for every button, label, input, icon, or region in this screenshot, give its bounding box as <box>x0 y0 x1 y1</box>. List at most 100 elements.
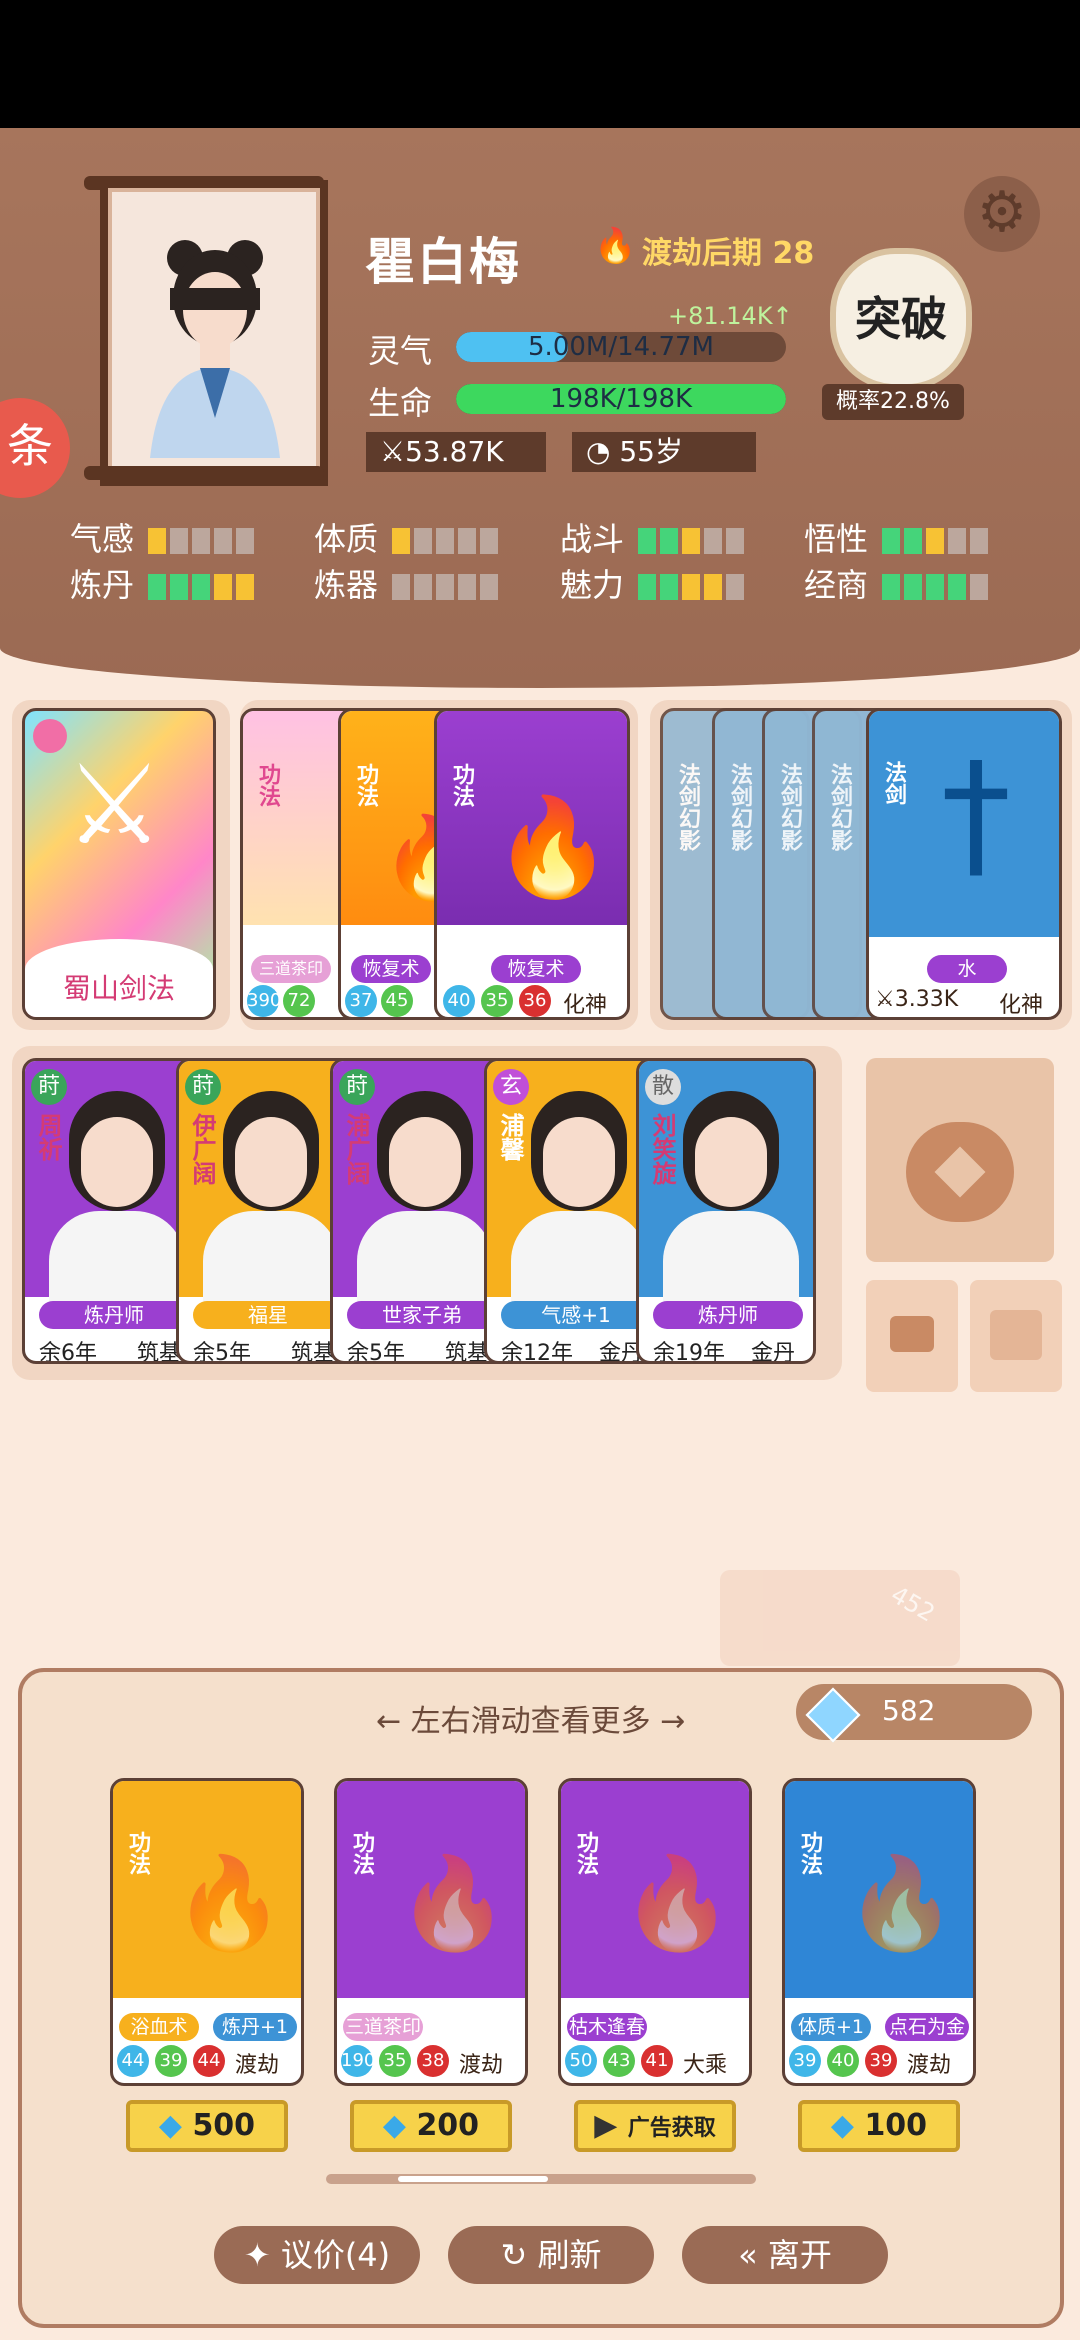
stat-green: 35 <box>481 985 513 1017</box>
weapon-back-tag: 法剑幻影 <box>675 763 700 851</box>
stat-6: 魅力 <box>560 560 748 606</box>
character-badge: 莳 <box>31 1069 67 1105</box>
bargain-button[interactable]: ✦ 议价(4) <box>214 2226 420 2284</box>
buy-button[interactable]: ◆ 500 <box>126 2100 288 2152</box>
stat-level-pip <box>148 574 167 600</box>
weapon-power: ⚔3.33K <box>875 987 959 1012</box>
sword-card-name: 蜀山剑法 <box>62 972 175 1005</box>
character-realm: 筑基 <box>291 1341 336 1364</box>
gem-icon: ◆ <box>382 2108 417 2143</box>
weapon-rank: 化神 <box>999 993 1044 1018</box>
shop-item-card[interactable]: 功法 🔥 浴血术 炼丹+1 44 39 44 渡劫 <box>110 1778 304 2086</box>
character-card[interactable]: 散刘笑旋 炼丹师 余19年 金丹 <box>636 1058 816 1364</box>
stat-level-pip <box>480 528 499 554</box>
stat-level-pip <box>682 574 701 600</box>
character-card[interactable]: 莳浦广阔 世家子弟 余5年 筑基 <box>330 1058 510 1364</box>
stat-level-pip <box>458 528 477 554</box>
stat-level-pip <box>970 574 989 600</box>
stat-level-pip <box>214 528 233 554</box>
stat-level-pip <box>726 574 745 600</box>
card-type-icon <box>33 719 67 753</box>
stat-level-pip <box>436 574 455 600</box>
character-name: 浦广阔 <box>342 1113 370 1185</box>
stat-blue: 40 <box>443 985 475 1017</box>
stat-level-pip <box>436 528 455 554</box>
character-badge: 散 <box>645 1069 681 1105</box>
stat-blue: 39 <box>789 2045 821 2077</box>
stat-green: 39 <box>155 2045 187 2077</box>
purple-flame-book-icon: 🔥 <box>493 791 613 903</box>
buy-button[interactable]: ◆ 200 <box>350 2100 512 2152</box>
character-lifespan: 余6年 <box>39 1341 97 1364</box>
book-flame-icon: 🔥 <box>621 1851 734 1956</box>
gem-icon: ◆ <box>158 2108 193 2143</box>
stat-3: 悟性 <box>804 514 992 560</box>
book-flame-icon: 🔥 <box>173 1851 286 1956</box>
skill-card-front[interactable]: 功法 🔥 恢复术 40 35 36 化神 <box>434 708 630 1020</box>
character-card[interactable]: 莳周祈 炼丹师 余6年 筑基 <box>22 1058 202 1364</box>
stat-level-pip <box>170 528 189 554</box>
character-lifespan: 余12年 <box>501 1341 573 1364</box>
power-pill: ⚔53.87K <box>366 432 546 472</box>
stat-level-pip <box>726 528 745 554</box>
stat-level-pip <box>660 574 679 600</box>
hp-bar: 198K/198K <box>456 384 786 414</box>
character-lifespan: 余5年 <box>347 1341 405 1364</box>
weapon-card-tag: 法剑 <box>881 761 906 805</box>
stat-level-pip <box>170 574 189 600</box>
character-card[interactable]: 莳伊广阔 福星 余5年 筑基 <box>176 1058 356 1364</box>
character-role: 炼丹师 <box>653 1301 803 1329</box>
character-name: 瞿白梅 <box>365 233 521 291</box>
swipe-hint: ← 左右滑动查看更多 → <box>376 1704 686 1739</box>
shop-item-card[interactable]: 功法 🔥 三道茶印 190 35 38 渡劫 <box>334 1778 528 2086</box>
sword-card[interactable]: ⚔ 蜀山剑法 <box>22 708 216 1020</box>
scroll-map-icon[interactable] <box>970 1280 1062 1392</box>
refresh-icon: ↻ <box>500 2236 538 2274</box>
shop-scrollbar[interactable] <box>326 2174 756 2184</box>
status-bar <box>0 0 1080 128</box>
stat-level-pip <box>214 574 233 600</box>
stat-blue: 390 <box>247 985 281 1017</box>
breakthrough-button[interactable]: 突破 <box>830 248 972 390</box>
stat-2: 战斗 <box>560 514 748 560</box>
stat-4: 炼丹 <box>70 560 258 606</box>
weapon-card-front[interactable]: 法剑 † 水 ⚔3.33K 化神 <box>866 708 1062 1020</box>
box-icon[interactable] <box>866 1280 958 1392</box>
age-pill: ◔ 55岁 <box>572 432 756 472</box>
scrollbar-thumb[interactable] <box>398 2176 548 2182</box>
stat-label: 悟性 <box>804 520 869 558</box>
shop-item-card[interactable]: 功法 🔥 枯木逢春 50 43 41 大乘 <box>558 1778 752 2086</box>
stat-level-pip <box>414 574 433 600</box>
character-realm: 金丹 <box>751 1341 796 1364</box>
character-name: 浦馨 <box>496 1113 524 1161</box>
shop-item-tag: 功法 <box>573 1831 598 1875</box>
buy-button[interactable]: ◆ 100 <box>798 2100 960 2152</box>
stat-level-pip <box>904 574 923 600</box>
treasury-building-icon[interactable] <box>866 1058 1054 1262</box>
buy-button[interactable]: ▶ 广告获取 <box>574 2100 736 2152</box>
weapon-element: 水 <box>927 955 1007 983</box>
character-role: 气感+1 <box>501 1301 651 1329</box>
shop-item-card[interactable]: 功法 🔥 体质+1 点石为金 39 40 39 渡劫 <box>782 1778 976 2086</box>
stat-level-pip <box>414 528 433 554</box>
stat-0: 气感 <box>70 514 258 560</box>
stat-level-pip <box>948 528 967 554</box>
leave-button[interactable]: « 离开 <box>682 2226 888 2284</box>
stat-green: 45 <box>381 985 413 1017</box>
stat-blue: 50 <box>565 2045 597 2077</box>
stat-level-pip <box>458 574 477 600</box>
character-portrait[interactable] <box>100 180 328 486</box>
stat-1: 体质 <box>314 514 502 560</box>
sword-power-icon: ⚔ <box>380 435 406 468</box>
stat-level-pip <box>192 528 211 554</box>
refresh-button[interactable]: ↻ 刷新 <box>448 2226 654 2284</box>
shop-item-tag: 功法 <box>125 1831 150 1875</box>
settings-gear-icon[interactable]: ⚙ <box>964 176 1040 252</box>
sword-icon: † <box>941 733 1011 896</box>
skill-mid-tag: 恢复术 <box>351 955 431 983</box>
stat-level-pip <box>660 528 679 554</box>
shop-item-skill: 点石为金 <box>885 2013 969 2041</box>
character-realm: 筑基 <box>137 1341 182 1364</box>
stat-red: 36 <box>519 985 551 1017</box>
shop-item-tag: 功法 <box>349 1831 374 1875</box>
